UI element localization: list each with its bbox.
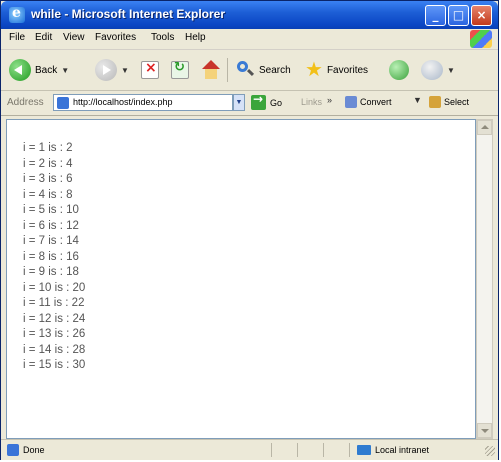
status-text: Done [23,445,45,455]
output-line: i = 2 is : 4 [23,157,73,170]
status-bar: Done Local intranet [1,439,498,460]
browser-window: while - Microsoft Internet Explorer _ □ … [0,0,499,460]
favorites-button[interactable]: ★ Favorites [305,59,368,81]
mail-button[interactable]: ▼ [421,59,455,81]
refresh-icon [171,60,189,79]
address-bar: Address http://localhost/index.php ▼ Go … [1,91,498,116]
select-button[interactable]: Select [429,96,469,108]
home-button[interactable] [201,59,221,81]
links-chevron-icon[interactable]: » [327,95,332,105]
media-button[interactable] [389,59,409,81]
back-icon [9,59,31,81]
output-line: i = 11 is : 22 [23,297,85,309]
standard-toolbar: Back ▼ ▼ Search ★ Favorites ▼ [1,50,498,91]
output-line: i = 4 is : 8 [23,188,73,201]
forward-button[interactable]: ▼ [95,59,129,81]
resize-grip-icon[interactable] [485,446,495,456]
status-divider [271,443,272,457]
refresh-button[interactable] [171,59,189,81]
output-line: i = 7 is : 14 [23,235,79,247]
back-button[interactable]: Back ▼ [9,59,69,81]
home-icon [201,60,221,80]
stop-button[interactable] [141,59,159,81]
media-icon [389,60,409,80]
internet-explorer-icon [9,5,25,23]
zone-label: Local intranet [375,445,430,455]
title-bar[interactable]: while - Microsoft Internet Explorer _ □ … [1,1,498,29]
output-line: i = 12 is : 24 [23,312,86,325]
toolbar-separator [227,58,228,82]
output-line: i = 5 is : 10 [23,204,79,216]
back-dropdown-icon[interactable]: ▼ [61,66,69,75]
page-status-icon [7,444,19,456]
select-label: Select [444,97,470,107]
menu-bar: File Edit View Favorites Tools Help [1,29,498,50]
menu-file[interactable]: File [9,32,25,43]
go-arrow-icon [251,92,266,110]
menu-favorites[interactable]: Favorites [95,32,136,43]
address-url[interactable]: http://localhost/index.php [73,97,173,107]
forward-dropdown-icon[interactable]: ▼ [121,66,129,75]
go-label: Go [270,97,283,108]
menu-view[interactable]: View [63,32,85,43]
close-button[interactable]: × [471,5,492,26]
links-label[interactable]: Links [301,97,322,107]
output-line: i = 10 is : 20 [23,281,86,294]
convert-label: Convert [360,97,392,107]
output-line: i = 15 is : 30 [23,359,86,371]
output-line: i = 9 is : 18 [23,266,79,278]
vertical-scrollbar[interactable] [476,119,493,439]
favorites-star-icon: ★ [305,59,323,81]
output-lines: i = 1 is : 2 i = 2 is : 4 i = 3 is : 6 i… [23,141,85,374]
convert-button[interactable]: Convert [345,96,392,108]
output-line: i = 8 is : 16 [23,250,79,263]
convert-dropdown-icon[interactable]: ▼ [413,95,422,105]
address-label: Address [7,97,44,108]
mail-icon [421,60,443,80]
intranet-icon [357,445,371,455]
menu-edit[interactable]: Edit [35,32,52,43]
maximize-button[interactable]: □ [448,5,469,26]
forward-icon [95,59,117,81]
output-line: i = 6 is : 12 [23,219,79,232]
output-line: i = 3 is : 6 [23,173,73,185]
favorites-label: Favorites [326,64,369,76]
page-icon [57,97,69,109]
output-line: i = 14 is : 28 [23,343,86,356]
output-line: i = 13 is : 26 [23,328,86,340]
status-divider [297,443,298,457]
page-content[interactable]: i = 1 is : 2 i = 2 is : 4 i = 3 is : 6 i… [6,119,476,439]
status-divider [349,443,350,457]
convert-icon [345,96,357,108]
scroll-up-icon[interactable] [477,120,492,135]
search-icon [237,61,255,79]
address-input[interactable]: http://localhost/index.php [53,94,233,111]
menu-help[interactable]: Help [185,32,206,43]
scroll-down-icon[interactable] [477,423,492,438]
status-divider [323,443,324,457]
go-button[interactable]: Go [251,92,283,110]
window-title: while - Microsoft Internet Explorer [31,7,226,21]
security-zone: Local intranet [357,445,429,455]
search-label: Search [259,64,291,76]
search-button[interactable]: Search [237,59,291,81]
windows-logo-icon [470,30,492,48]
select-icon [429,96,441,108]
stop-icon [141,60,159,79]
minimize-button[interactable]: _ [425,5,446,26]
mail-dropdown-icon[interactable]: ▼ [447,66,455,75]
address-dropdown-icon[interactable]: ▼ [233,94,245,111]
back-label: Back [35,64,58,76]
output-line: i = 1 is : 2 [23,142,73,154]
menu-tools[interactable]: Tools [151,32,174,43]
